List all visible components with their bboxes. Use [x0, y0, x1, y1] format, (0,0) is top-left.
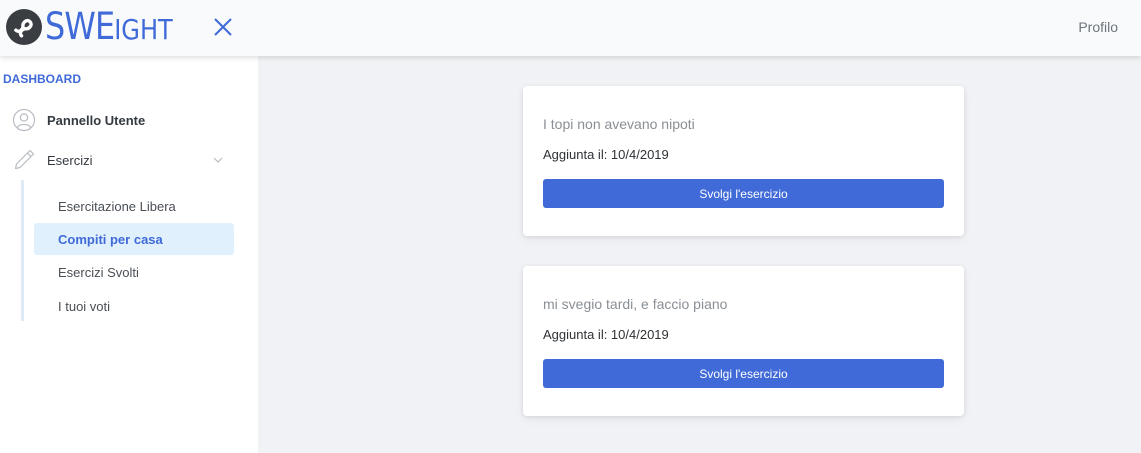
sidebar-section-title: DASHBOARD — [3, 72, 81, 86]
exercise-title: I topi non avevano nipoti — [543, 116, 695, 132]
user-icon — [10, 106, 38, 134]
start-exercise-button[interactable]: Svolgi l'esercizio — [543, 359, 944, 388]
sidebar-item-esercizi[interactable]: Esercizi — [10, 145, 232, 175]
sidebar-subitem-i-tuoi-voti[interactable]: I tuoi voti — [34, 290, 234, 322]
sidebar-subitem-esercitazione-libera[interactable]: Esercitazione Libera — [34, 190, 234, 222]
sidebar-item-pannello-utente[interactable]: Pannello Utente — [10, 105, 232, 135]
exercise-card: I topi non avevano nipoti Aggiunta il: 1… — [523, 86, 964, 236]
logo-main-text: SWE — [45, 5, 115, 48]
sidebar-subitem-compiti-per-casa[interactable]: Compiti per casa — [34, 223, 234, 255]
sidebar-item-label: Esercizi — [47, 152, 93, 168]
app-logo[interactable]: SWE IGHT — [45, 6, 173, 48]
profile-link[interactable]: Profilo — [1078, 19, 1118, 35]
sidebar: DASHBOARD Pannello Utente Esercizi Eserc… — [0, 56, 258, 453]
submenu-indicator-line — [21, 180, 24, 321]
sidebar-item-label: Pannello Utente — [47, 112, 146, 128]
logo-tail-text: IGHT — [114, 13, 173, 46]
pencil-icon — [10, 146, 38, 174]
exercise-date: Aggiunta il: 10/4/2019 — [543, 147, 669, 162]
sidebar-subitem-esercizi-svolti[interactable]: Esercizi Svolti — [34, 256, 234, 288]
top-bar: SWE IGHT Profilo — [0, 0, 1141, 56]
exercise-card: mi svegio tardi, e faccio piano Aggiunta… — [523, 266, 964, 416]
exercise-title: mi svegio tardi, e faccio piano — [543, 296, 728, 312]
chevron-down-icon — [212, 154, 224, 166]
exercise-date: Aggiunta il: 10/4/2019 — [543, 327, 669, 342]
close-icon[interactable] — [210, 14, 236, 40]
start-exercise-button[interactable]: Svolgi l'esercizio — [543, 179, 944, 208]
infinity-logo-icon — [6, 9, 42, 45]
